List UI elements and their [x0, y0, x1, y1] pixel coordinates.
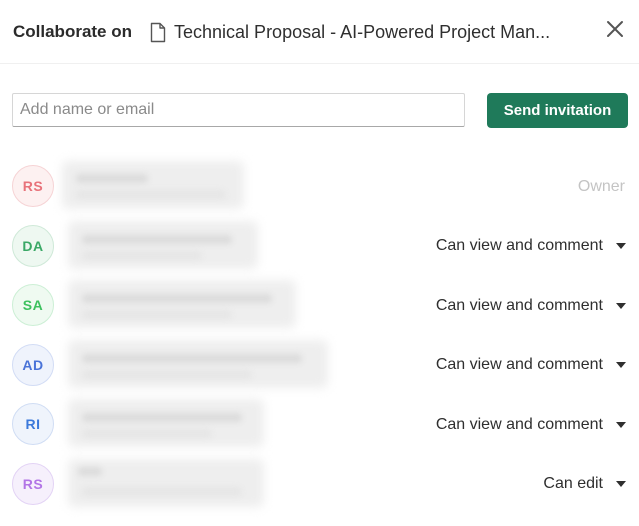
document-title: Technical Proposal - AI-Powered Project … — [174, 21, 551, 42]
caret-down-icon — [616, 243, 626, 249]
member-role-dropdown[interactable]: Can view and comment — [436, 395, 626, 454]
collaborate-dialog: Collaborate on Technical Proposal - AI-P… — [0, 0, 639, 526]
avatar: RI — [12, 403, 54, 445]
member-role-dropdown[interactable]: Can view and comment — [436, 336, 626, 395]
document-icon — [150, 21, 166, 43]
member-role-owner: Owner — [578, 157, 625, 216]
redacted-member-email — [82, 429, 212, 438]
member-role-dropdown[interactable]: Can view and comment — [436, 276, 626, 335]
redacted-member-email — [82, 310, 232, 319]
dialog-title: Collaborate on — [13, 22, 133, 41]
member-role-label: Can view and comment — [435, 296, 603, 314]
dialog-header: Collaborate on Technical Proposal - AI-P… — [13, 0, 639, 64]
member-row: RS Owner — [0, 157, 639, 217]
header-divider — [0, 63, 639, 64]
invite-row: Send invitation — [12, 93, 628, 129]
avatar: DA — [12, 224, 54, 267]
redacted-member-email — [82, 250, 202, 260]
caret-down-icon — [616, 362, 626, 368]
member-role-dropdown[interactable]: Can view and comment — [436, 217, 626, 276]
member-row: DA Can view and comment — [0, 217, 639, 277]
redacted-member-name — [82, 353, 302, 363]
redacted-member-name — [82, 234, 232, 244]
redacted-member-info — [68, 339, 328, 388]
member-role-label: Can view and comment — [435, 356, 603, 373]
member-row: RS Can edit — [0, 455, 639, 515]
redacted-member-email — [76, 190, 226, 199]
avatar: RS — [12, 165, 54, 207]
redacted-member-info — [68, 399, 264, 447]
member-role-dropdown[interactable]: Can edit — [543, 455, 626, 514]
avatar: RS — [12, 462, 54, 505]
redacted-member-email — [82, 369, 252, 379]
member-list: RS Owner DA Can view and comment SA Can … — [0, 157, 639, 514]
redacted-member-name — [82, 413, 242, 422]
member-role-label: Owner — [577, 177, 625, 195]
redacted-member-email — [82, 486, 242, 496]
redacted-member-info — [68, 220, 258, 269]
redacted-member-name — [76, 174, 148, 183]
redacted-member-info — [68, 458, 264, 507]
member-role-label: Can view and comment — [435, 415, 603, 433]
send-invitation-button[interactable]: Send invitation — [487, 93, 628, 128]
redacted-member-name — [78, 466, 102, 476]
caret-down-icon — [616, 481, 626, 487]
member-role-label: Can edit — [543, 475, 603, 492]
caret-down-icon — [616, 421, 626, 428]
close-icon[interactable] — [604, 18, 626, 40]
redacted-member-info — [68, 280, 296, 328]
member-row: RI Can view and comment — [0, 395, 639, 455]
member-row: AD Can view and comment — [0, 336, 639, 396]
member-row: SA Can view and comment — [0, 276, 639, 336]
avatar: SA — [12, 284, 54, 326]
invite-name-email-input[interactable] — [12, 93, 465, 127]
redacted-member-name — [82, 294, 272, 303]
member-role-label: Can view and comment — [435, 237, 603, 254]
avatar: AD — [12, 343, 54, 386]
redacted-member-info — [62, 161, 244, 209]
caret-down-icon — [616, 302, 626, 309]
